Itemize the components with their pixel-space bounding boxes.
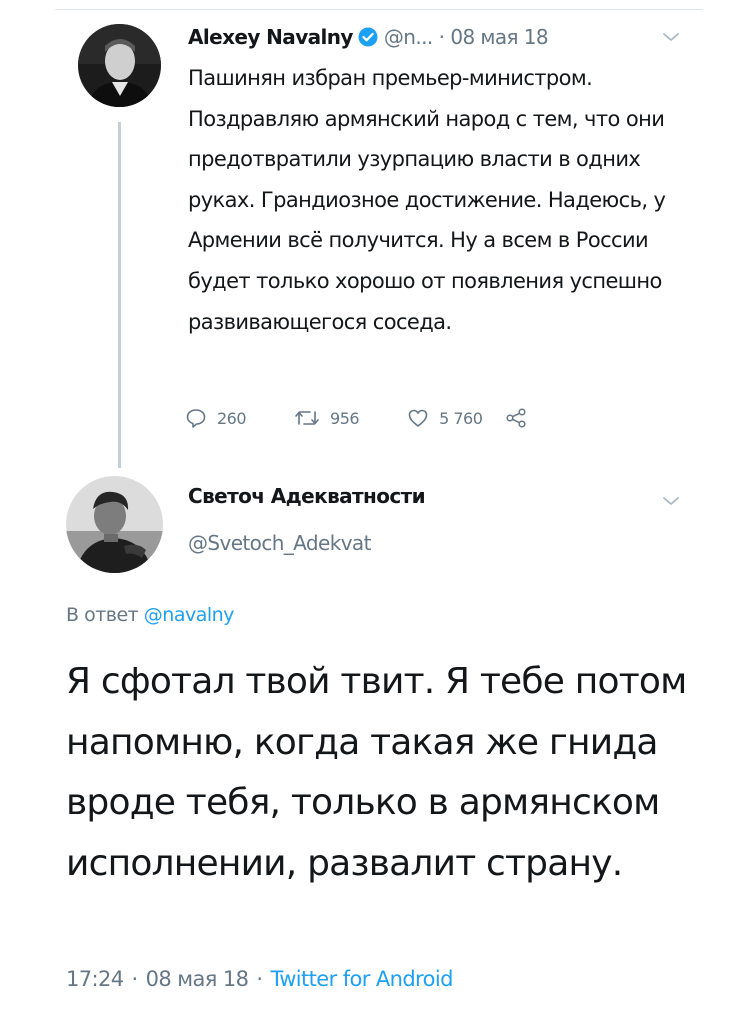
retweet-count: 956	[330, 408, 360, 428]
meta-separator: ·	[131, 967, 139, 991]
share-icon	[504, 407, 528, 429]
retweet-icon	[294, 407, 320, 429]
reply-date[interactable]: 08 мая 18	[146, 967, 249, 991]
like-count: 5 760	[439, 408, 483, 428]
reply-text: Я сфотал твой твит. Я тебе потом напомню…	[66, 661, 687, 884]
reply-author-name[interactable]: Светоч Адекватности	[188, 484, 426, 508]
reply-meta: 17:24 · 08 мая 18 · Twitter for Android	[66, 967, 453, 991]
verified-badge-icon	[358, 27, 378, 47]
author-handle[interactable]: @n...	[384, 25, 433, 49]
tweet-text: Пашинян избран премьер-министром. Поздра…	[188, 66, 666, 334]
reply-mention-link[interactable]: @navalny	[144, 604, 235, 626]
share-action[interactable]	[504, 403, 528, 433]
reply-count: 260	[217, 408, 247, 428]
meta-separator: ·	[256, 967, 263, 991]
reply-time[interactable]: 17:24	[66, 967, 124, 991]
top-divider	[55, 9, 703, 10]
avatar-alexey-navalny[interactable]	[78, 24, 161, 107]
reply-source-link[interactable]: Twitter for Android	[270, 967, 453, 991]
reply-prefix: В ответ	[66, 604, 139, 626]
avatar-svetoch-adekvatnosti[interactable]	[66, 476, 163, 573]
chevron-down-icon[interactable]	[662, 495, 680, 507]
tweet-actions: 260 956 5 760	[185, 403, 528, 433]
reply-icon	[185, 407, 207, 429]
tweet-header: Alexey Navalny @n... · 08 мая 18	[188, 20, 549, 54]
thread-connector-line	[118, 122, 121, 468]
like-action[interactable]: 5 760	[407, 403, 483, 433]
reply-action[interactable]: 260	[185, 403, 247, 433]
chevron-down-icon[interactable]	[662, 31, 680, 43]
like-icon	[407, 407, 429, 429]
reply-author-handle[interactable]: @Svetoch_Adekvat	[188, 531, 371, 555]
header-separator: ·	[438, 25, 445, 49]
author-name[interactable]: Alexey Navalny	[188, 25, 353, 49]
tweet-date[interactable]: 08 мая 18	[450, 25, 548, 49]
reply-context: В ответ @navalny	[66, 604, 234, 626]
retweet-action[interactable]: 956	[294, 403, 360, 433]
